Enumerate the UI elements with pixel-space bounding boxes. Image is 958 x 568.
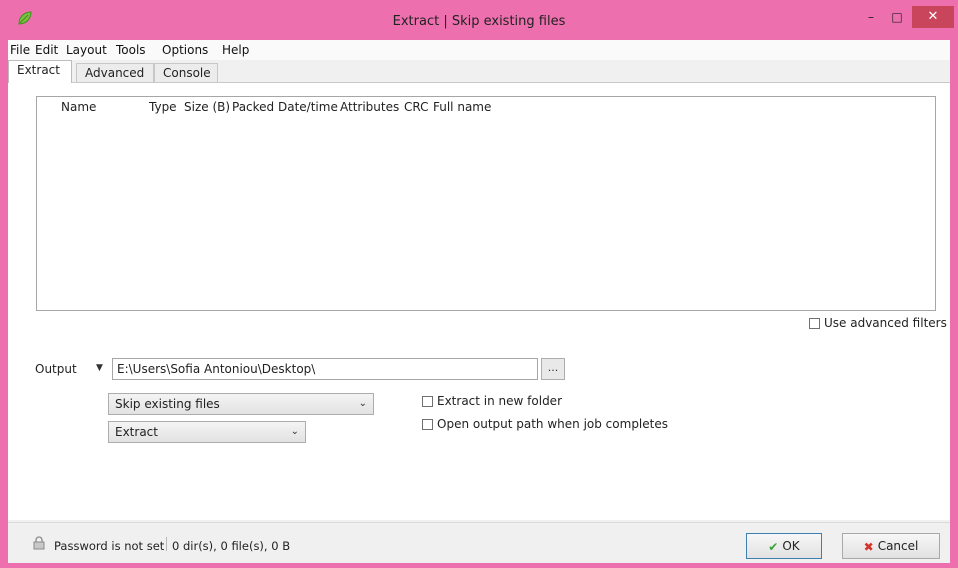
action-select[interactable]: Extract ⌄ [108,421,306,443]
ok-button[interactable]: ✔ OK [746,533,822,559]
password-status: Password is not set [54,539,165,553]
file-counts: 0 dir(s), 0 file(s), 0 B [172,539,291,553]
use-advanced-filters-label: Use advanced filters [824,316,947,330]
window-title: Extract | Skip existing files [392,14,566,29]
ok-button-label: OK [782,539,800,553]
cancel-button-label: Cancel [877,539,919,553]
menu-edit[interactable]: Edit [35,43,58,57]
title-bar[interactable]: Extract | Skip existing files – □ ✕ [0,0,958,40]
close-button[interactable]: ✕ [912,6,954,28]
menu-layout[interactable]: Layout [66,43,107,57]
column-header-full-name[interactable]: Full name [433,100,491,114]
output-label: Output [35,362,77,376]
menu-tools[interactable]: Tools [116,43,146,57]
open-output-path-label: Open output path when job completes [437,417,668,431]
file-list[interactable]: Name Type Size (B) Packed Date/time Attr… [36,96,936,311]
menu-options[interactable]: Options [162,43,208,57]
maximize-button[interactable]: □ [884,6,910,28]
column-header-type[interactable]: Type [149,100,177,114]
status-separator [166,537,167,551]
column-header-crc[interactable]: CRC [404,100,429,114]
open-output-path-checkbox[interactable] [422,419,433,430]
status-bar: Password is not set 0 dir(s), 0 file(s),… [8,522,950,563]
browse-button[interactable]: ... [541,358,565,380]
mode-select[interactable]: Skip existing files ⌄ [108,393,374,415]
output-dropdown-arrow-icon[interactable]: ▼ [96,363,103,373]
column-header-packed[interactable]: Packed [232,100,274,114]
menu-help[interactable]: Help [222,43,249,57]
checkmark-icon: ✔ [768,539,779,554]
column-header-attributes[interactable]: Attributes [340,100,399,114]
tab-extract[interactable]: Extract [8,60,72,83]
tab-console[interactable]: Console [154,63,218,82]
column-header-name[interactable]: Name [61,100,96,114]
chevron-down-icon: ⌄ [290,426,299,437]
lock-icon [33,536,45,550]
action-select-value: Extract [115,425,158,439]
menu-file[interactable]: File [10,43,30,57]
tab-strip: Extract Advanced Console [8,60,950,83]
app-window: Extract | Skip existing files – □ ✕ File… [0,0,958,568]
extract-new-folder-checkbox[interactable] [422,396,433,407]
extract-new-folder-label: Extract in new folder [437,394,562,408]
minimize-button[interactable]: – [858,6,884,28]
cross-icon: ✖ [863,539,874,554]
column-header-size[interactable]: Size (B) [184,100,230,114]
use-advanced-filters-checkbox[interactable] [809,318,820,329]
mode-select-value: Skip existing files [115,397,220,411]
menu-bar: File Edit Layout Tools Options Help [8,40,950,60]
extract-panel: Name Type Size (B) Packed Date/time Attr… [8,83,950,520]
output-path-input[interactable] [112,358,538,380]
cancel-button[interactable]: ✖ Cancel [842,533,940,559]
client-area: File Edit Layout Tools Options Help Extr… [8,40,950,563]
chevron-down-icon: ⌄ [358,398,367,409]
tab-advanced[interactable]: Advanced [76,63,154,82]
column-header-datetime[interactable]: Date/time [278,100,338,114]
